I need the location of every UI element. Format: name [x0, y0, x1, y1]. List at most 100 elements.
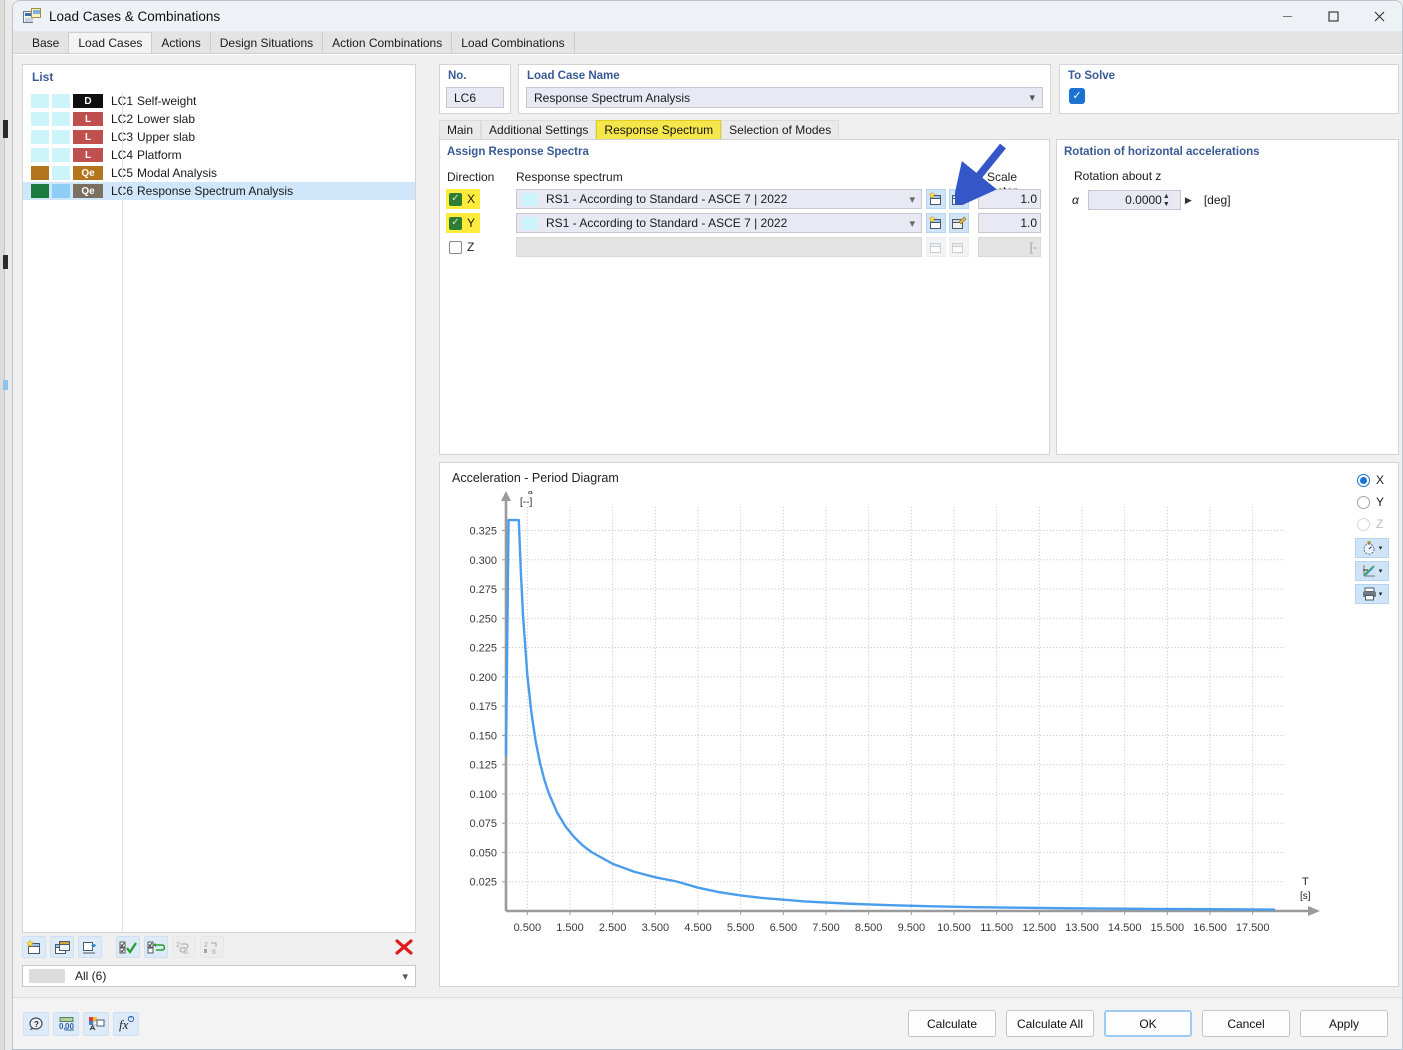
chevron-down-icon: ▾	[1029, 92, 1035, 104]
tab-action-combinations[interactable]: Action Combinations	[323, 32, 453, 53]
list-item[interactable]: L LC3 Upper slab	[23, 128, 415, 146]
print-diagram-button[interactable]: ▾	[1355, 584, 1389, 604]
category-badge: L	[73, 148, 103, 162]
direction-checkbox-y-cell[interactable]: ✓ Y	[446, 213, 480, 233]
invert-selection-icon[interactable]	[144, 936, 168, 958]
delete-load-case-icon[interactable]	[392, 936, 416, 958]
calculate-button[interactable]: Calculate	[908, 1010, 996, 1037]
inner-tab-bar[interactable]: Main Additional Settings Response Spectr…	[439, 120, 840, 139]
radio-y[interactable]	[1357, 495, 1370, 509]
svg-text:12.500: 12.500	[1023, 922, 1057, 934]
edit-spectrum-button-x[interactable]	[949, 189, 969, 209]
load-cases-icon	[23, 8, 41, 24]
category-badge: Qe	[73, 184, 103, 198]
svg-text:0.275: 0.275	[469, 584, 497, 596]
load-case-number: LC1	[111, 94, 137, 108]
checkbox-z[interactable]	[449, 240, 462, 254]
chart-direction-z: Z	[1352, 513, 1394, 535]
tab-load-combinations[interactable]: Load Combinations	[452, 32, 575, 53]
svg-text:3.500: 3.500	[642, 922, 670, 934]
spectrum-row-x: ✓ X RS1 - According to Standard - ASCE 7…	[446, 189, 1046, 209]
chevron-down-icon: ▾	[909, 217, 915, 230]
color-swatch-1	[31, 184, 49, 198]
calculate-all-button[interactable]: Calculate All	[1006, 1010, 1094, 1037]
rotation-unit-label: [deg]	[1203, 193, 1231, 207]
chevron-down-icon: ▾	[909, 193, 915, 206]
direction-checkbox-x-cell[interactable]: ✓ X	[446, 189, 480, 209]
units-icon: 0, 00	[59, 1016, 74, 1031]
category-badge: Qe	[73, 166, 103, 180]
spinner-arrows-icon[interactable]: ▲ ▼	[1163, 192, 1171, 209]
new-spectrum-button-y[interactable]	[926, 213, 946, 233]
tab-additional-settings[interactable]: Additional Settings	[481, 120, 597, 139]
new-load-case-icon[interactable]	[22, 936, 46, 958]
diagram-style-button[interactable]: ▾	[1355, 561, 1389, 581]
tab-design-situations[interactable]: Design Situations	[210, 32, 324, 53]
tab-base[interactable]: Base	[23, 32, 70, 53]
load-case-no-field[interactable]: LC6	[446, 87, 504, 108]
scale-factor-field-y[interactable]: 1.0	[978, 213, 1041, 233]
tab-main[interactable]: Main	[439, 120, 482, 139]
svg-text:0.225: 0.225	[469, 643, 497, 655]
chart-direction-x-label: X	[1376, 473, 1385, 487]
ok-button[interactable]: OK	[1104, 1010, 1192, 1037]
list-item[interactable]: L LC2 Lower slab	[23, 110, 415, 128]
direction-checkbox-z-cell[interactable]: Z	[446, 237, 480, 257]
checkbox-x[interactable]: ✓	[449, 192, 462, 206]
diagram-settings-button[interactable]: ▾	[1355, 538, 1389, 558]
function-icon: fx ?	[119, 1015, 134, 1032]
tab-selection-of-modes[interactable]: Selection of Modes	[721, 120, 840, 139]
list-item[interactable]: L LC4 Platform	[23, 146, 415, 164]
chart-direction-x[interactable]: X	[1352, 469, 1394, 491]
scale-factor-field-x[interactable]: 1.0	[978, 189, 1041, 209]
minimize-icon[interactable]	[1264, 1, 1310, 32]
svg-text:0.500: 0.500	[514, 922, 542, 934]
units-tool-button[interactable]: 0, 00	[53, 1011, 79, 1036]
cancel-button[interactable]: Cancel	[1202, 1010, 1290, 1037]
apply-button[interactable]: Apply	[1300, 1010, 1388, 1037]
svg-text:[s]: [s]	[1300, 891, 1311, 902]
dialog-body: List D LC1 Self-weight L LC2	[13, 55, 1402, 997]
svg-text:17.500: 17.500	[1236, 922, 1270, 934]
chevron-down-icon: ▾	[1378, 545, 1383, 552]
close-icon[interactable]	[1356, 1, 1402, 32]
svg-text:T: T	[1302, 876, 1309, 888]
rotation-alpha-field[interactable]: 0.0000 ▲ ▼ ▶	[1087, 190, 1192, 210]
load-case-name: Platform	[137, 148, 182, 162]
main-tab-bar[interactable]: Base Load Cases Actions Design Situation…	[13, 32, 1402, 54]
response-spectrum-select-y[interactable]: RS1 - According to Standard - ASCE 7 | 2…	[516, 213, 922, 233]
category-badge: D	[73, 94, 103, 108]
edit-spectrum-button-y[interactable]	[949, 213, 969, 233]
list-item-selected[interactable]: Qe LC6 Response Spectrum Analysis	[23, 182, 415, 200]
column-header-spectrum: Response spectrum	[516, 170, 623, 184]
chart-direction-y[interactable]: Y	[1352, 491, 1394, 513]
tab-actions[interactable]: Actions	[152, 32, 211, 53]
copy-load-case-icon[interactable]	[50, 936, 74, 958]
select-all-icon[interactable]	[116, 936, 140, 958]
spinner-apply-icon[interactable]: ▶	[1185, 195, 1192, 206]
checkbox-y[interactable]: ✓	[449, 216, 462, 230]
printer-icon	[1362, 587, 1376, 601]
display-properties-button[interactable]	[83, 1011, 109, 1036]
list-filter-dropdown[interactable]: All (6) ▾	[22, 965, 416, 987]
list-item[interactable]: D LC1 Self-weight	[23, 92, 415, 110]
load-case-list[interactable]: D LC1 Self-weight L LC2 Lower slab	[23, 92, 415, 932]
tab-response-spectrum[interactable]: Response Spectrum	[596, 120, 722, 139]
color-swatch-2	[52, 112, 70, 126]
formula-tool-button[interactable]: fx ?	[113, 1011, 139, 1036]
help-tool-button[interactable]: ?	[23, 1011, 49, 1036]
load-case-name-label: Load Case Name	[527, 70, 620, 82]
list-item[interactable]: Qe LC5 Modal Analysis	[23, 164, 415, 182]
acceleration-period-diagram-group: Acceleration - Period Diagram 0.025 0.050…	[439, 462, 1399, 987]
to-solve-checkbox[interactable]: ✓	[1069, 88, 1085, 104]
maximize-icon[interactable]	[1310, 1, 1356, 32]
load-case-name-field[interactable]: Response Spectrum Analysis ▾	[526, 87, 1043, 108]
chevron-down-icon: ▾	[1378, 568, 1383, 575]
radio-x[interactable]	[1357, 473, 1370, 487]
tab-load-cases[interactable]: Load Cases	[69, 32, 153, 53]
import-load-case-icon[interactable]	[78, 936, 102, 958]
load-case-number: LC6	[111, 184, 137, 198]
rotation-group: Rotation of horizontal accelerations Rot…	[1056, 139, 1399, 455]
new-spectrum-button-x[interactable]	[926, 189, 946, 209]
response-spectrum-select-x[interactable]: RS1 - According to Standard - ASCE 7 | 2…	[516, 189, 922, 209]
